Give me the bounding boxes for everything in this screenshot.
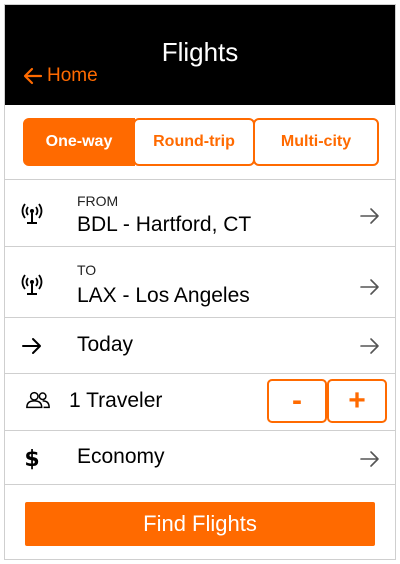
- antenna-icon: [19, 272, 45, 298]
- to-label: TO: [77, 262, 97, 278]
- chevron-right-icon: [360, 208, 379, 224]
- dollar-icon: $: [24, 446, 40, 472]
- cabin-class-value: Economy: [77, 445, 165, 468]
- trip-type-one-way[interactable]: One-way: [23, 118, 135, 166]
- travelers-row: 1 Traveler - +: [5, 375, 395, 431]
- arrow-left-icon: [23, 67, 43, 85]
- arrow-right-icon: [19, 333, 45, 359]
- decrease-travelers-button[interactable]: -: [267, 379, 327, 423]
- from-label: FROM: [77, 193, 119, 209]
- antenna-icon: [19, 201, 45, 227]
- date-row[interactable]: Today: [5, 319, 395, 374]
- people-icon: [25, 387, 51, 413]
- find-flights-button[interactable]: Find Flights: [25, 502, 375, 546]
- page-title: Flights: [161, 37, 239, 67]
- trip-type-selector: One-way Round-trip Multi-city: [5, 106, 395, 180]
- to-value: LAX - Los Angeles: [77, 284, 250, 307]
- from-airport-row[interactable]: FROM BDL - Hartford, CT: [5, 181, 395, 247]
- trip-type-round-trip[interactable]: Round-trip: [133, 118, 255, 166]
- cabin-class-row[interactable]: $ Economy: [5, 432, 395, 485]
- travelers-value: 1 Traveler: [69, 389, 163, 412]
- to-airport-row[interactable]: TO LAX - Los Angeles: [5, 248, 395, 318]
- increase-travelers-button[interactable]: +: [327, 379, 387, 423]
- back-label: Home: [47, 65, 98, 86]
- chevron-right-icon: [360, 451, 379, 467]
- back-home-link[interactable]: Home: [23, 65, 98, 87]
- flights-screen: Flights Home One-way Round-trip Multi-ci…: [4, 4, 396, 560]
- trip-type-multi-city[interactable]: Multi-city: [253, 118, 379, 166]
- from-value: BDL - Hartford, CT: [77, 213, 252, 236]
- chevron-right-icon: [360, 279, 379, 295]
- date-value: Today: [77, 333, 134, 356]
- chevron-right-icon: [360, 338, 379, 354]
- header-bar: Flights Home: [5, 5, 395, 105]
